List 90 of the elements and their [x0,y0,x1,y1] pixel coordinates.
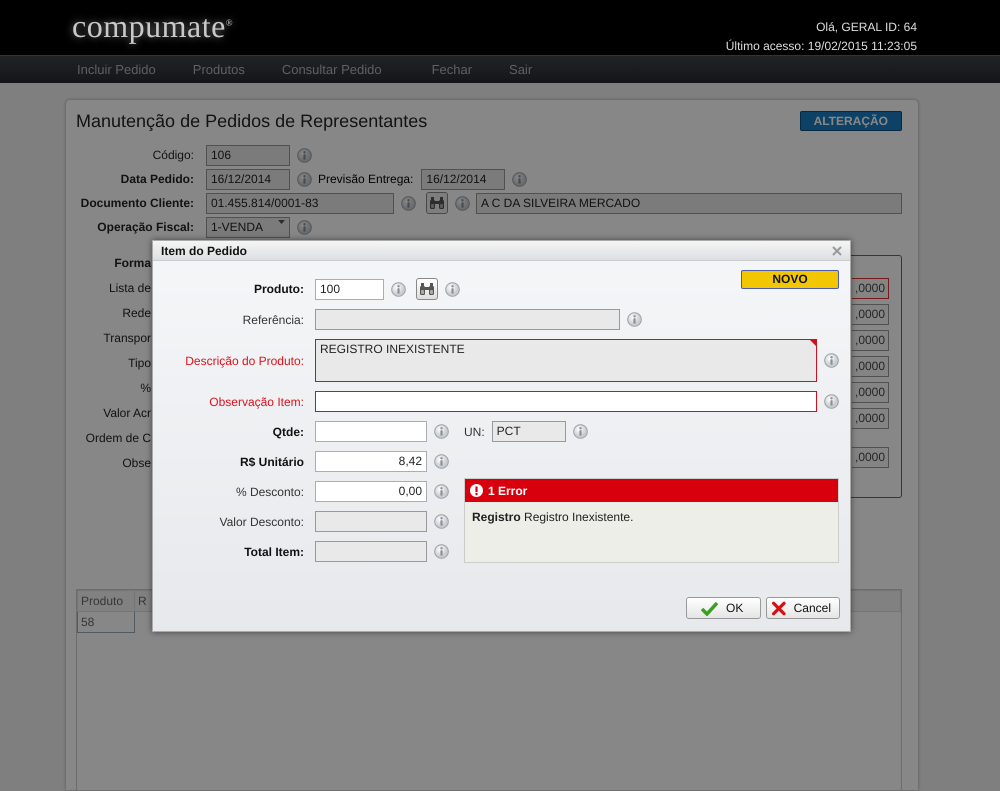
info-icon[interactable] [572,424,588,439]
field-label: Código: [152,148,195,162]
field-label: Lista de [108,280,151,297]
input-field[interactable]: A C DA SILVEIRA MERCADO [476,192,902,214]
field-label: % Desconto: [234,484,305,498]
close-icon[interactable] [832,246,842,256]
alert-icon [470,484,483,497]
status-badge: NOVO [741,270,839,289]
field-value: REGISTRO INEXISTENTE [320,342,465,356]
field-label: Valor Desconto: [218,514,305,528]
input-field[interactable]: 01.455.814/0001-83 [206,192,394,214]
field-label: Previsão Entrega: [318,172,414,186]
binoculars-icon [418,281,436,297]
input-field[interactable]: ,0000 [852,330,889,351]
search-button[interactable] [416,278,438,300]
page-title: Manutenção de Pedidos de Representantes [76,110,428,132]
binoculars-icon [428,195,446,211]
info-icon[interactable] [401,196,416,210]
input-field[interactable]: ,0000 [852,356,889,377]
info-icon[interactable] [297,172,312,186]
field-label: Descrição do Produto: [184,354,305,368]
nav-link[interactable]: Consultar Pedido [282,62,382,77]
cancel-button[interactable]: Cancel [766,597,840,619]
cross-icon [772,600,786,616]
info-icon[interactable] [391,282,406,296]
info-icon[interactable] [434,424,449,439]
field-label: Produto: [253,282,305,296]
input-field[interactable]: ,0000 [852,382,889,403]
info-icon[interactable] [445,282,460,296]
mode-badge: ALTERAÇÃO [800,111,902,131]
info-icon[interactable] [434,514,449,529]
input-field[interactable]: ,0000 [852,278,889,299]
input-field[interactable]: 8,42 [315,451,427,472]
field-label: Qtde: [272,424,305,438]
input-field[interactable] [315,391,817,412]
error-title: 1 Error [488,484,528,498]
input-field[interactable]: 16/12/2014 [421,168,506,190]
info-icon[interactable] [297,148,312,162]
field-label: Transpor [102,330,151,347]
input-field[interactable]: PCT [492,421,566,442]
field-label: Obse [121,455,151,472]
info-icon[interactable] [297,220,312,234]
info-icon[interactable] [824,353,839,368]
table-cell: 58 [78,612,134,632]
input-field[interactable]: ,0000 [852,408,889,429]
info-icon[interactable] [434,484,449,499]
field-label: Total Item: [243,544,305,558]
field-label: Tipo [127,355,151,372]
info-icon[interactable] [434,454,449,469]
field-label: Documento Cliente: [80,196,195,210]
input-field[interactable]: ,0000 [852,447,889,468]
field-label: Rede [121,305,151,322]
info-icon[interactable] [455,196,470,210]
field-label: Forma [113,255,151,272]
input-field[interactable]: 0,00 [315,481,427,502]
field-label: Observação Item: [208,394,305,408]
input-field[interactable]: 16/12/2014 [206,168,290,190]
field-label: R$ Unitário [238,454,305,468]
field-label: Data Pedido: [120,172,195,186]
search-button[interactable] [426,192,448,214]
ok-button[interactable]: OK [686,597,761,619]
error-marker-icon [810,340,816,346]
select-value: 1-VENDA [211,220,264,234]
dialog-title: Item do Pedido [161,244,248,258]
field-label: Operação Fiscal: [96,220,195,234]
logo: compumate$^{®}$ [72,8,234,44]
select-field[interactable]: 1-VENDA [206,216,290,238]
user-greeting: Olá, GERAL ID: 64 [816,19,917,36]
input-field[interactable]: ,0000 [852,304,889,325]
nav-link[interactable]: Sair [509,62,532,77]
input-field[interactable]: 106 [206,144,290,166]
field-label: % [139,380,151,397]
field-label: Ordem de C [84,430,151,447]
column-header: Produto [78,590,134,612]
info-icon[interactable] [512,172,528,186]
check-icon [701,600,718,616]
info-icon[interactable] [824,394,839,409]
field-label: UN: [464,424,485,438]
last-access-text: Último acesso: 19/02/2015 11:23:05 [726,38,917,55]
nav-link[interactable]: Fechar [432,62,472,77]
field-label: Referência: [242,312,305,326]
info-icon[interactable] [434,544,449,559]
input-field[interactable] [315,421,427,442]
error-message: Registro Registro Inexistente. [471,509,634,526]
field-label: Valor Acr [102,405,151,422]
info-icon[interactable] [627,312,642,327]
input-field[interactable]: 100 [315,278,384,300]
nav-link[interactable]: Incluir Pedido [77,62,156,77]
nav-link[interactable]: Produtos [192,62,245,77]
caret-icon [278,220,285,224]
